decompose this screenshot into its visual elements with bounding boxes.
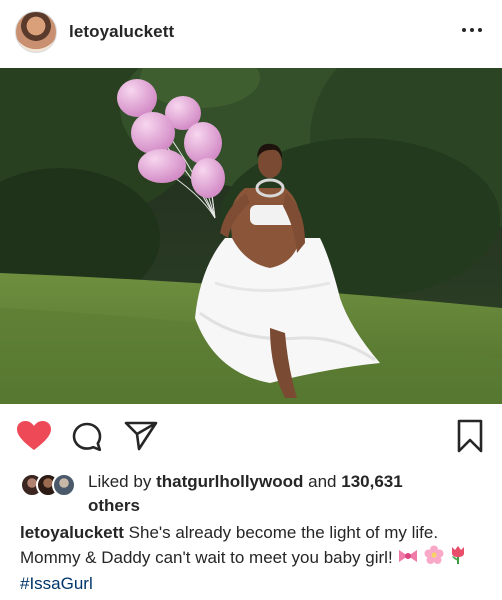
likes-conjunction: and — [308, 472, 337, 491]
caption-hashtag[interactable]: #IssaGurl — [20, 574, 93, 593]
avatar — [52, 473, 76, 497]
liker-avatars[interactable] — [20, 473, 82, 499]
post-header: letoyaluckett — [0, 0, 502, 68]
likes-summary[interactable]: Liked by thatgurlhollywood and 130,631 o… — [88, 470, 488, 518]
likes-prefix: Liked by — [88, 472, 152, 491]
heart-icon[interactable] — [16, 420, 52, 457]
likes-suffix[interactable]: others — [88, 496, 140, 515]
post-username[interactable]: letoyaluckett — [69, 22, 174, 42]
liker-username[interactable]: thatgurlhollywood — [156, 472, 303, 491]
action-bar — [0, 404, 502, 464]
caption-username[interactable]: letoyaluckett — [20, 523, 124, 542]
likes-section: Liked by thatgurlhollywood and 130,631 o… — [0, 466, 502, 516]
post-caption: letoyaluckett She's already become the l… — [20, 521, 490, 596]
likes-count[interactable]: 130,631 — [341, 472, 402, 491]
post-photo[interactable] — [0, 68, 502, 404]
comment-bubble-icon[interactable] — [71, 421, 103, 458]
tulip-icon — [449, 545, 467, 572]
avatar[interactable] — [15, 11, 57, 53]
more-dots-icon[interactable] — [458, 20, 486, 40]
bookmark-icon[interactable] — [456, 419, 484, 458]
cherry-blossom-icon — [424, 545, 444, 572]
ribbon-icon — [397, 547, 419, 572]
paper-plane-icon[interactable] — [124, 421, 158, 456]
